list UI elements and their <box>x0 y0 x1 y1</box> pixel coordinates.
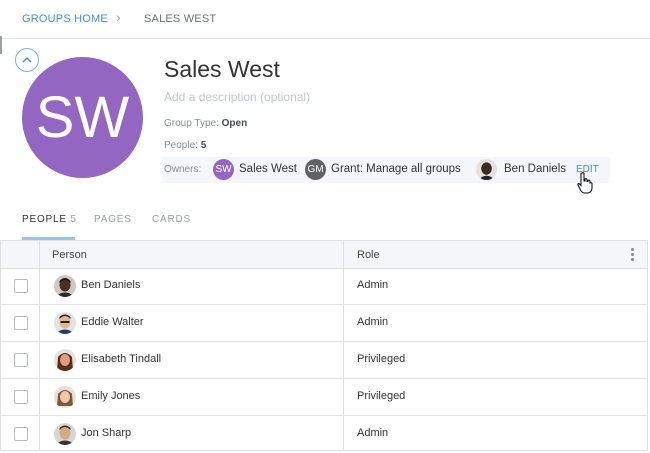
group-type: Group Type: Open <box>164 118 247 129</box>
person-name[interactable]: Eddie Walter <box>81 316 144 328</box>
person-role: Admin <box>357 279 389 291</box>
table-row[interactable]: Emily Jones Privileged <box>1 379 647 416</box>
person-photo-icon <box>54 275 76 297</box>
breadcrumb-current: SALES WEST <box>144 13 217 25</box>
person-avatar <box>54 349 76 371</box>
hand-cursor-icon <box>577 172 593 194</box>
row-checkbox[interactable] <box>14 390 28 404</box>
group-people-label: People: <box>164 140 198 151</box>
person-photo-icon <box>54 349 76 371</box>
tab-cards[interactable]: CARDS <box>152 214 191 225</box>
row-checkbox[interactable] <box>14 316 28 330</box>
page-edge-marker <box>0 36 2 54</box>
chevron-right-icon: › <box>116 9 121 25</box>
tab-people-label: PEOPLE <box>22 214 67 225</box>
breadcrumb-groups-home-link[interactable]: GROUPS HOME <box>22 13 108 25</box>
person-role: Admin <box>357 427 389 439</box>
owner-avatar-grant: GM <box>305 159 326 180</box>
group-type-value: Open <box>221 118 248 129</box>
owners-bar: Owners: SW Sales West GM Grant: Manage a… <box>162 157 610 183</box>
group-avatar-initials: SW <box>35 85 130 150</box>
table-row[interactable]: Eddie Walter Admin <box>1 305 647 342</box>
table-row[interactable]: Jon Sharp Admin <box>1 416 647 453</box>
group-people-value: 5 <box>200 140 207 151</box>
row-checkbox[interactable] <box>14 279 28 293</box>
table-row[interactable]: Elisabeth Tindall Privileged <box>1 342 647 379</box>
owner-initials: SW <box>215 164 232 175</box>
person-name[interactable]: Jon Sharp <box>81 427 131 439</box>
breadcrumb: GROUPS HOME › SALES WEST <box>0 0 650 39</box>
collapse-header-button[interactable] <box>15 48 39 72</box>
owners-label: Owners: <box>164 164 202 175</box>
person-role: Admin <box>357 316 389 328</box>
table-header: Person Role <box>1 241 647 269</box>
person-photo-icon <box>54 386 76 408</box>
table-row[interactable]: Ben Daniels Admin <box>1 268 647 305</box>
person-name[interactable]: Ben Daniels <box>81 279 140 291</box>
owner-avatar-sales-west: SW <box>213 159 234 180</box>
person-photo-icon <box>54 423 76 445</box>
person-photo-icon <box>54 312 76 334</box>
person-avatar <box>54 386 76 408</box>
group-type-label: Group Type: <box>164 118 219 129</box>
owner-initials: GM <box>307 164 324 175</box>
group-description-field[interactable]: Add a description (optional) <box>164 90 310 104</box>
person-avatar <box>54 275 76 297</box>
person-name[interactable]: Elisabeth Tindall <box>81 353 161 365</box>
group-avatar: SW <box>22 57 143 178</box>
person-avatar <box>54 312 76 334</box>
person-photo-icon <box>476 159 497 180</box>
tab-people-count: 5 <box>70 214 77 225</box>
person-name[interactable]: Emily Jones <box>81 390 140 402</box>
people-table: Person Role Ben Daniels Admin Eddie Walt… <box>0 240 648 451</box>
column-header-role[interactable]: Role <box>357 249 380 261</box>
group-title[interactable]: Sales West <box>164 56 280 83</box>
row-checkbox[interactable] <box>14 353 28 367</box>
person-avatar <box>54 423 76 445</box>
column-header-person[interactable]: Person <box>52 249 87 261</box>
tab-pages[interactable]: PAGES <box>94 214 132 225</box>
row-checkbox[interactable] <box>14 427 28 441</box>
owner-name-ben-daniels[interactable]: Ben Daniels <box>504 163 566 175</box>
tab-bar: PEOPLE 5 PAGES CARDS <box>0 205 650 240</box>
group-people-count: People: 5 <box>164 140 206 151</box>
owner-name-sales-west[interactable]: Sales West <box>239 163 297 175</box>
owner-name-grant[interactable]: Grant: Manage all groups <box>331 163 461 175</box>
person-role: Privileged <box>357 353 406 365</box>
owner-avatar-ben-daniels <box>476 159 497 180</box>
tab-people[interactable]: PEOPLE 5 <box>22 214 77 225</box>
chevron-up-icon <box>22 56 32 63</box>
column-options-icon[interactable] <box>631 248 634 263</box>
person-role: Privileged <box>357 390 406 402</box>
